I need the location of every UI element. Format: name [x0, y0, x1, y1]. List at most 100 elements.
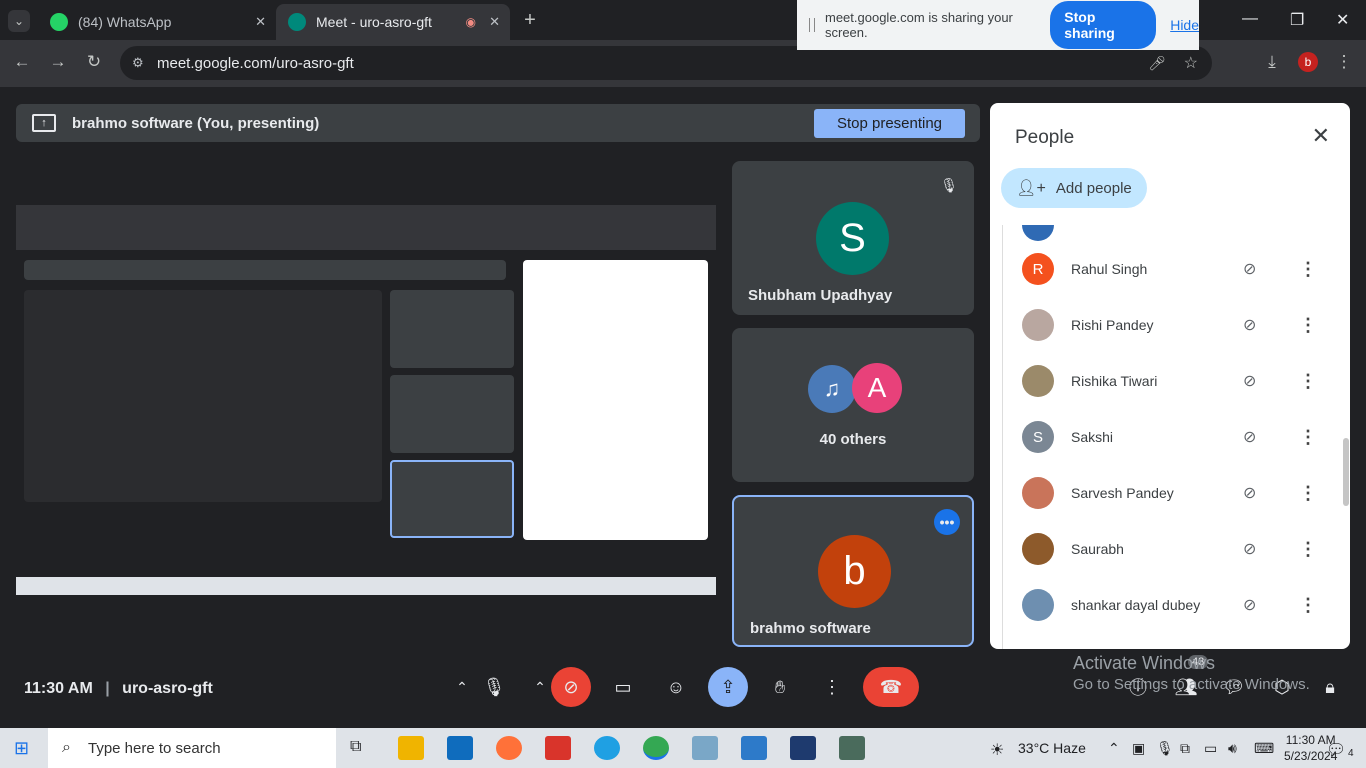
list-item[interactable]: Saurabh ⊘ ⋮ [1003, 521, 1332, 577]
host-controls-icon[interactable]: 🔒︎ [1310, 667, 1350, 707]
screen-share-bar: meet.google.com is sharing your screen. … [797, 0, 1199, 50]
others-tile[interactable]: ♫ A 40 others [732, 328, 974, 482]
profile-avatar[interactable]: b [1298, 52, 1318, 72]
wps-icon[interactable] [545, 736, 571, 760]
participant-name: Rishika Tiwari [1071, 373, 1158, 389]
mic-off-icon[interactable]: ⊘ [1243, 371, 1256, 391]
mic-off-icon[interactable]: ⊘ [1243, 259, 1256, 279]
preview-people-panel [523, 260, 708, 540]
avatar [1022, 589, 1054, 621]
mic-off-icon[interactable]: ⊘ [1243, 315, 1256, 335]
list-item[interactable]: Sarvesh Pandey ⊘ ⋮ [1003, 465, 1332, 521]
volume-icon[interactable]: 🔊︎ [1228, 740, 1237, 757]
more-icon[interactable]: ⋮ [1299, 427, 1317, 448]
stop-presenting-button[interactable]: Stop presenting [814, 109, 965, 138]
mail-icon[interactable] [447, 736, 473, 760]
preview-taskbar [16, 577, 716, 595]
avatar-initial: S [1032, 428, 1043, 446]
raise-hand-button[interactable]: ✋︎ [760, 667, 800, 707]
stop-sharing-button[interactable]: Stop sharing [1050, 1, 1157, 49]
reload-icon[interactable]: ↻ [84, 52, 104, 72]
language-icon[interactable]: ⌨ [1254, 740, 1274, 757]
site-info-icon[interactable]: ⚙ [132, 55, 144, 71]
start-icon[interactable]: ⊞ [14, 738, 29, 759]
more-options-button[interactable]: ⋮ [812, 667, 852, 707]
firefox-icon[interactable] [496, 736, 522, 760]
tray-chevron-icon[interactable]: ⌃ [1108, 740, 1120, 757]
restore-icon[interactable]: ❐ [1290, 10, 1304, 30]
more-icon[interactable]: ⋮ [1299, 539, 1317, 560]
avatar-initial: S [839, 216, 866, 260]
more-icon[interactable]: ⋮ [1299, 259, 1317, 280]
weather-icon[interactable]: ☀ [990, 740, 1004, 760]
forward-icon[interactable]: → [48, 52, 68, 72]
drag-handle-icon[interactable] [809, 18, 815, 32]
avatar [1022, 477, 1054, 509]
back-icon[interactable]: ← [12, 52, 32, 72]
avatar: A [852, 363, 902, 413]
close-tab-icon[interactable]: ✕ [255, 14, 266, 30]
app-icon[interactable] [692, 736, 718, 760]
close-window-icon[interactable]: ✕ [1336, 10, 1349, 30]
avatar: S [1022, 421, 1054, 453]
avatar: R [1022, 253, 1054, 285]
tab-whatsapp[interactable]: (84) WhatsApp ✕ [38, 4, 276, 40]
close-panel-icon[interactable]: ✕ [1312, 123, 1330, 149]
minimize-icon[interactable]: — [1242, 10, 1258, 28]
edge-icon[interactable] [594, 736, 620, 760]
list-item[interactable]: Rishi Pandey ⊘ ⋮ [1003, 297, 1332, 353]
menu-icon[interactable]: ⋮ [1336, 52, 1353, 72]
people-scrollbar[interactable] [1343, 438, 1349, 506]
address-bar[interactable]: ⚙ meet.google.com/uro-asro-gft ☆ 🎤︎ [120, 46, 1212, 80]
remote-desktop-icon[interactable] [741, 736, 767, 760]
participant-tile[interactable]: 🎙︎ S Shubham Upadhyay [732, 161, 974, 315]
list-item[interactable]: R Rahul Singh ⊘ ⋮ [1003, 241, 1332, 297]
list-item[interactable]: S Sakshi ⊘ ⋮ [1003, 409, 1332, 465]
leave-call-button[interactable]: ☎︎ [863, 667, 919, 707]
tab-search-icon[interactable]: ⌄ [8, 10, 30, 32]
dev-app-icon[interactable] [790, 736, 816, 760]
new-tab-icon[interactable]: + [520, 9, 540, 31]
taskbar-search[interactable]: ⌕ Type here to search [48, 728, 336, 768]
windows-taskbar: ⊞ ⌕ Type here to search ⧉ ☀ 33°C Haze ⌃ … [0, 728, 1366, 768]
mic-off-icon[interactable]: ⊘ [1243, 427, 1256, 447]
muted-icon: 🎙︎ [940, 177, 958, 193]
more-options-icon[interactable]: ••• [934, 509, 960, 535]
video-options-icon[interactable]: ⌃ [528, 667, 552, 707]
list-item[interactable]: Rishika Tiwari ⊘ ⋮ [1003, 353, 1332, 409]
mic-off-icon[interactable]: ⊘ [1243, 595, 1256, 615]
meet-icon [288, 13, 306, 31]
more-icon[interactable]: ⋮ [1299, 595, 1317, 616]
activation-watermark: Activate Windows Go to Settings to activ… [1073, 652, 1310, 696]
hide-button[interactable]: Hide [1170, 17, 1199, 33]
mic-icon[interactable]: 🎤︎ [1148, 55, 1166, 72]
mic-off-icon[interactable]: ⊘ [1243, 483, 1256, 503]
tab-meet[interactable]: Meet - uro-asro-gft ◉ ✕ [276, 4, 510, 40]
weather-text[interactable]: 33°C Haze [1018, 740, 1086, 756]
watermark-line: Activate Windows [1073, 653, 1216, 673]
captions-button[interactable]: ▭ [603, 667, 643, 707]
mic-button[interactable]: 🎙︎ [474, 667, 514, 707]
more-icon[interactable]: ⋮ [1299, 315, 1317, 336]
present-button[interactable]: ⇪ [708, 667, 748, 707]
bookmark-star-icon[interactable]: ☆ [1184, 53, 1198, 73]
notifications-icon[interactable]: 💬︎ [1326, 740, 1346, 760]
mic-off-icon[interactable]: ⊘ [1243, 539, 1256, 559]
task-view-icon[interactable]: ⧉ [350, 738, 361, 756]
file-explorer-icon[interactable] [398, 736, 424, 760]
avatar: ♫ [808, 365, 856, 413]
tab-title: (84) WhatsApp [78, 14, 172, 30]
share-tray-icon: ⧉ [1180, 740, 1190, 756]
close-tab-icon[interactable]: ✕ [489, 14, 500, 30]
camera-off-button[interactable]: ⊘ [551, 667, 591, 707]
more-icon[interactable]: ⋮ [1299, 371, 1317, 392]
calculator-icon[interactable] [839, 736, 865, 760]
audio-options-icon[interactable]: ⌃ [450, 667, 474, 707]
emoji-button[interactable]: ☺ [656, 667, 696, 707]
add-people-button[interactable]: 👤︎+ Add people [1001, 168, 1147, 208]
chrome-icon[interactable] [643, 736, 669, 760]
self-tile[interactable]: ••• b brahmo software [732, 495, 974, 647]
more-icon[interactable]: ⋮ [1299, 483, 1317, 504]
list-item[interactable]: shankar dayal dubey ⊘ ⋮ [1003, 577, 1332, 633]
download-icon[interactable]: ⤓ [1262, 52, 1282, 72]
